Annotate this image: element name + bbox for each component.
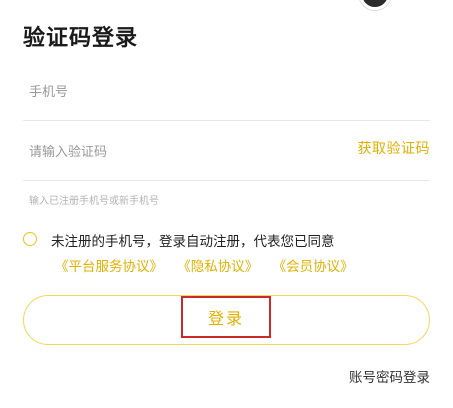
login-button[interactable]: 登录 <box>23 295 430 345</box>
agreement-text: 未注册的手机号，登录自动注册，代表您已同意 <box>51 234 335 250</box>
login-label: 登录 <box>207 309 244 328</box>
password-login-link[interactable]: 账号密码登录 <box>349 366 430 386</box>
member-agreement-link[interactable]: 《会员协议》 <box>273 259 354 275</box>
platform-service-agreement-link[interactable]: 《平台服务协议》 <box>55 259 163 275</box>
code-input[interactable] <box>23 132 329 172</box>
avatar-fragment <box>359 0 391 10</box>
input-hint: 输入已注册手机号或新手机号 <box>29 196 159 207</box>
page-title: 验证码登录 <box>23 26 139 51</box>
code-field: 获取验证码 <box>23 128 430 181</box>
privacy-agreement-link[interactable]: 《隐私协议》 <box>177 259 258 275</box>
phone-input[interactable] <box>23 72 329 112</box>
get-code-button[interactable]: 获取验证码 <box>358 138 431 158</box>
agreement-links: 《平台服务协议》 《隐私协议》 《会员协议》 <box>55 255 364 275</box>
phone-field <box>23 70 430 121</box>
login-label-highlight: 登录 <box>181 296 271 338</box>
agree-radio[interactable] <box>23 232 37 246</box>
